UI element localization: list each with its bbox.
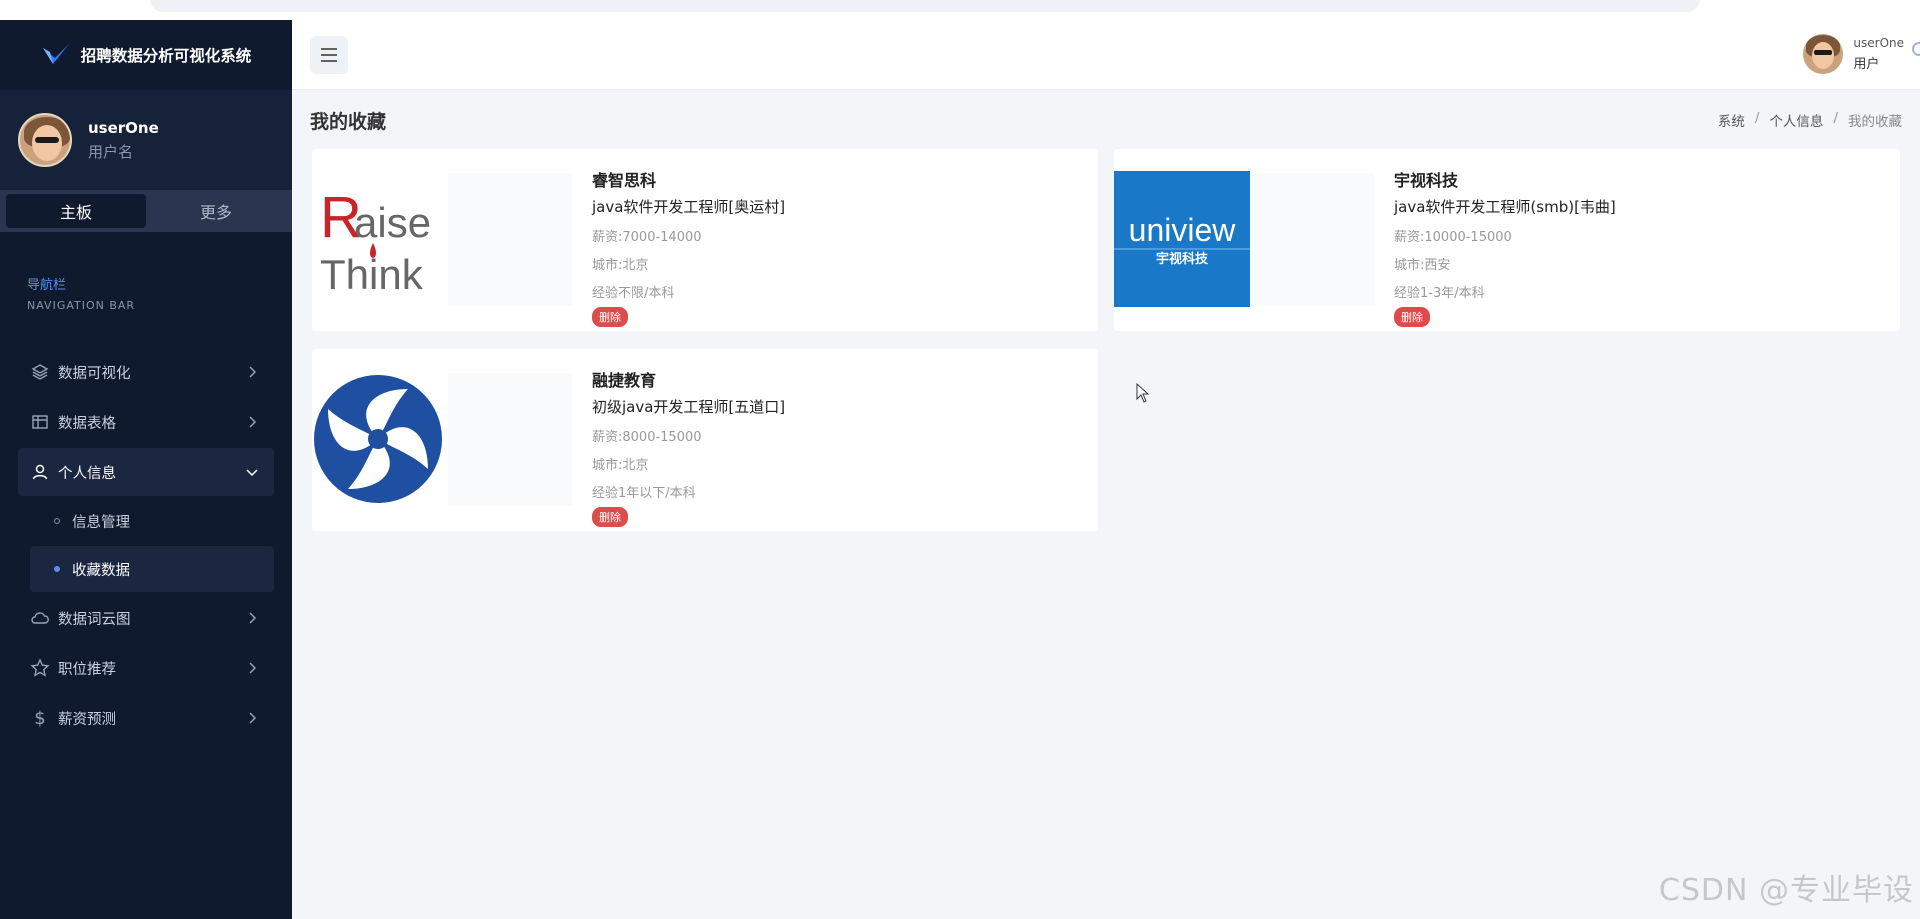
menu-toggle-button[interactable] [310,36,348,74]
job-title[interactable]: java软件开发工程师[奥运村] [592,196,785,217]
experience: 经验1年以下/本科 [592,486,696,501]
nav-header-cn: 导航栏 [27,278,67,293]
sidebar-item-personal-info[interactable]: 个人信息 [18,448,274,496]
sidebar-item-data-table[interactable]: 数据表格 [18,398,274,446]
company-name: 融捷教育 [592,371,657,390]
top-user-name: userOne [1853,36,1904,50]
top-user-role: 用户 [1853,57,1880,72]
chevron-right-icon [249,612,257,624]
city: 城市:北京 [592,258,649,273]
bullet-icon [54,518,60,524]
bullet-icon [54,566,60,572]
breadcrumb-item[interactable]: 系统 [1718,110,1745,130]
avatar[interactable] [18,113,72,167]
uniview-logo: uniview 宇视科技 [1114,171,1250,307]
raisethink-logo: R aise Think [312,171,448,307]
sidebar-item-label: 薪资预测 [58,711,116,728]
city: 城市:北京 [592,458,649,473]
sidebar-subitem-label: 信息管理 [72,514,130,531]
top-user-menu[interactable]: userOne 用户 [1803,34,1904,74]
address-bar[interactable] [150,0,1700,12]
nav-header: 导航栏 NAVIGATION BAR [0,232,292,312]
breadcrumb-item[interactable]: 个人信息 [1769,110,1823,130]
star-icon [30,658,50,678]
experience: 经验不限/本科 [592,286,675,301]
sidebar-item-label: 数据表格 [58,415,116,432]
sidebar-subitem-favorites[interactable]: 收藏数据 [30,546,274,592]
sidebar-menu: 数据可视化 数据表格 个人信息 信息管理 收藏数据 数据词云图 职位推荐 $ 薪… [0,348,292,742]
sidebar-item-job-recommend[interactable]: 职位推荐 [18,644,274,692]
sidebar-item-label: 数据词云图 [58,611,131,628]
delete-button[interactable]: 删除 [592,507,628,527]
page-title: 我的收藏 [310,111,387,133]
sidebar-item-word-cloud[interactable]: 数据词云图 [18,594,274,642]
sidebar-subitem-info-management[interactable]: 信息管理 [30,498,274,544]
company-name: 睿智思科 [592,171,657,190]
sidebar: 招聘数据分析可视化系统 userOne 用户名 主板 更多 导航栏 NAVIGA… [0,20,292,919]
breadcrumb-separator: / [1833,110,1838,126]
logo-word: aise [354,199,431,246]
chevron-right-icon [249,712,257,724]
topbar: userOne 用户 [292,20,1920,90]
rongjie-logo [312,371,448,507]
tab-more[interactable]: 更多 [146,194,286,228]
image-placeholder [448,373,572,505]
logo-word: Think [320,251,424,298]
user-role: 用户名 [88,142,134,161]
breadcrumb-separator: / [1754,110,1760,126]
sidebar-item-label: 职位推荐 [58,661,116,678]
cloud-icon [30,608,50,628]
salary: 薪资:7000-14000 [592,230,702,245]
tab-main[interactable]: 主板 [6,194,146,228]
chevron-right-icon [249,366,257,378]
favorite-card: uniview 宇视科技 宇视科技 java软件开发工程师(smb)[韦曲] 薪… [1114,149,1900,331]
job-title[interactable]: 初级java开发工程师[五道口] [592,396,785,417]
browser-strip [0,0,1920,20]
sidebar-item-label: 数据可视化 [58,365,131,382]
hamburger-icon [321,48,337,62]
watermark: CSDN @专业毕设 [1658,873,1914,908]
breadcrumb: 系统 / 个人信息 / 我的收藏 [1718,110,1902,130]
brand[interactable]: 招聘数据分析可视化系统 [0,20,292,90]
nav-header-en: NAVIGATION BAR [27,299,136,312]
favorite-card: 融捷教育 初级java开发工程师[五道口] 薪资:8000-15000 城市:北… [312,349,1098,531]
sidebar-item-salary-predict[interactable]: $ 薪资预测 [18,694,274,742]
chevron-right-icon [249,416,257,428]
logo-word: uniview [1129,212,1237,248]
company-name: 宇视科技 [1394,171,1459,190]
image-placeholder [1250,173,1374,305]
job-title[interactable]: java软件开发工程师(smb)[韦曲] [1394,196,1616,217]
logo-check-icon [42,44,69,64]
app-title: 招聘数据分析可视化系统 [80,47,252,65]
city: 城市:西安 [1394,258,1451,273]
avatar[interactable] [1803,34,1844,74]
chevron-right-icon [249,662,257,674]
user-name: userOne [88,118,159,137]
mouse-cursor-icon [1136,383,1150,403]
layers-icon [30,362,50,382]
user-icon [30,462,50,482]
image-placeholder [448,173,572,305]
dollar-icon: $ [34,707,46,729]
sidebar-item-label: 个人信息 [58,465,116,482]
delete-button[interactable]: 删除 [1394,307,1430,327]
experience: 经验1-3年/本科 [1394,286,1485,301]
settings-edge-icon[interactable] [1912,42,1920,56]
salary: 薪资:10000-15000 [1394,230,1512,245]
user-panel: userOne 用户名 [0,90,292,190]
table-icon [30,412,50,432]
breadcrumb-current: 我的收藏 [1848,114,1902,130]
sidebar-item-data-visualization[interactable]: 数据可视化 [18,348,274,396]
chevron-down-icon [246,469,258,477]
sidebar-tabs: 主板 更多 [0,190,292,232]
delete-button[interactable]: 删除 [592,307,628,327]
favorite-card: R aise Think 睿智思科 java软件开发工程师[奥运村] 薪资:70… [312,149,1098,331]
salary: 薪资:8000-15000 [592,430,702,445]
logo-subword: 宇视科技 [1156,251,1209,267]
sidebar-subitem-label: 收藏数据 [72,562,130,579]
